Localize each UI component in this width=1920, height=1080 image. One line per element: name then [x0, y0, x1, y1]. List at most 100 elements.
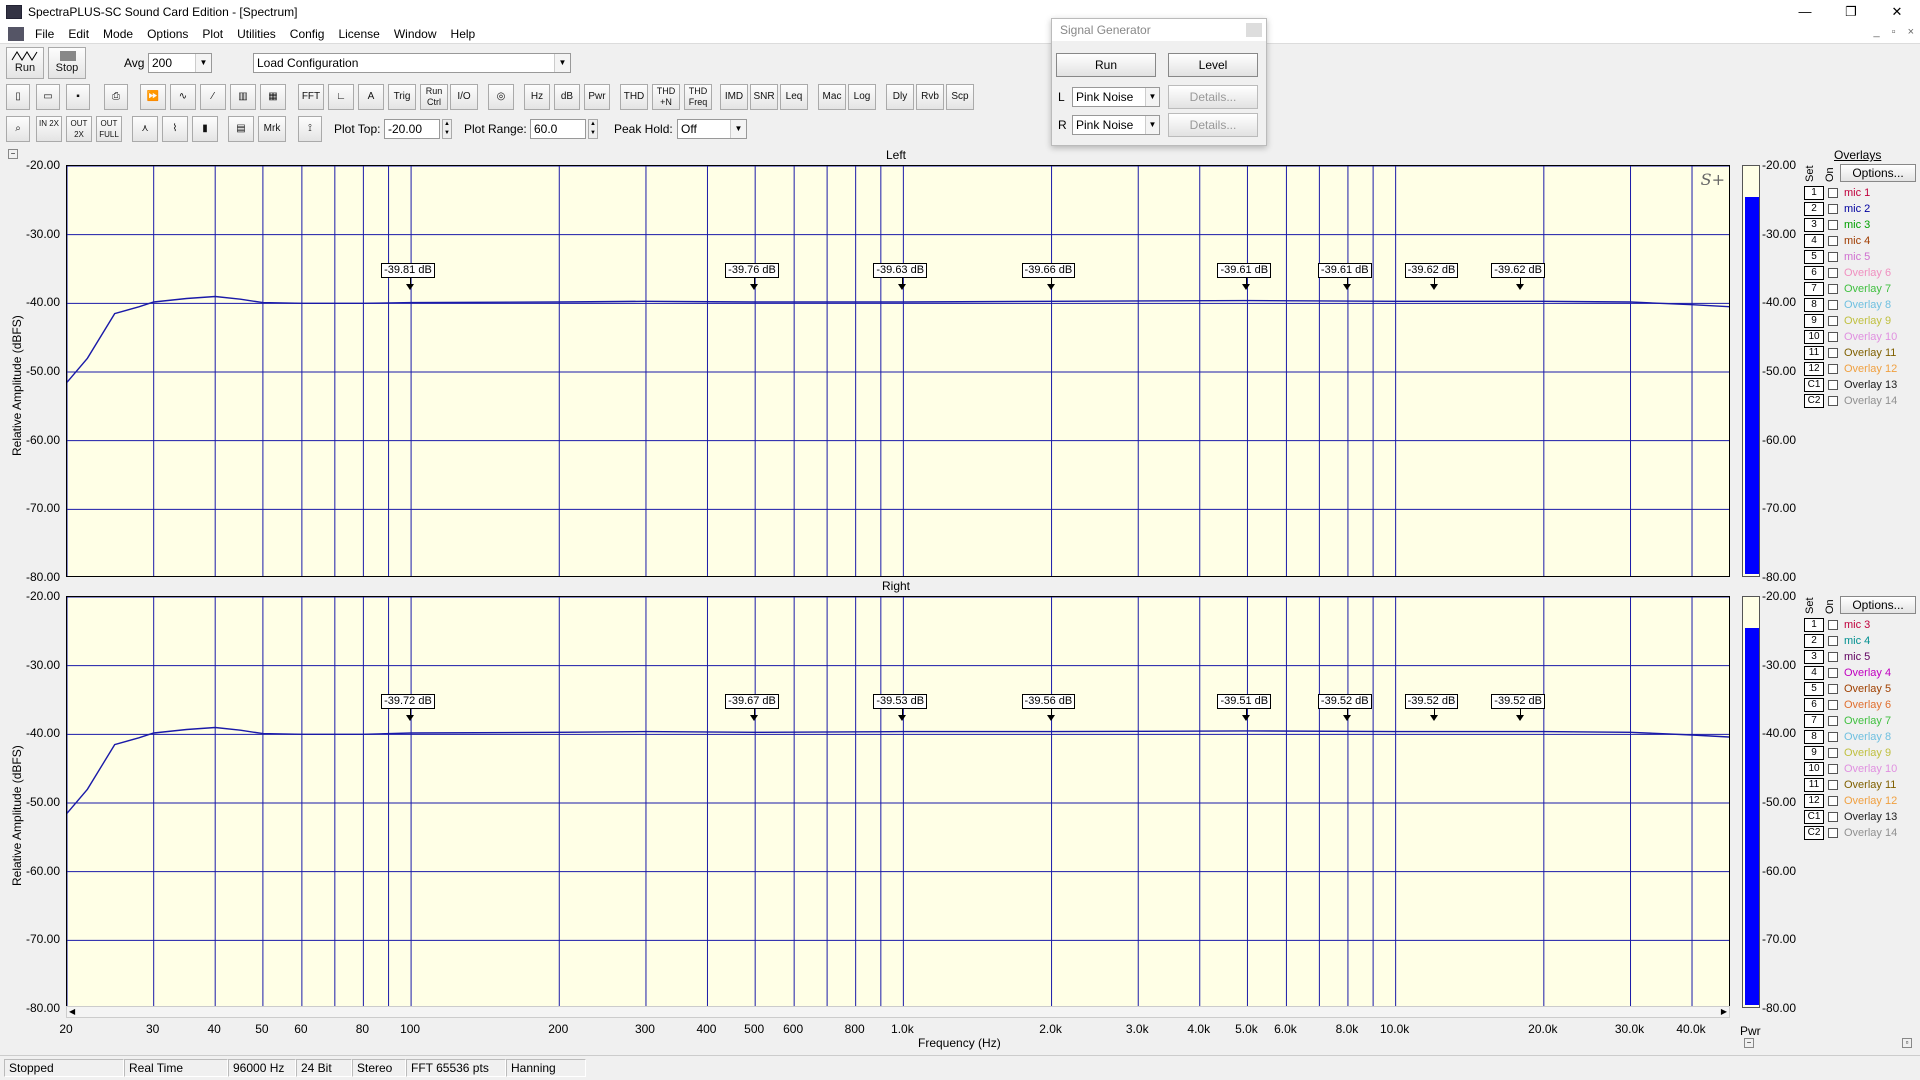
run-control-button[interactable]: Run Ctrl	[420, 84, 448, 110]
overlay-set-button[interactable]: 11	[1804, 346, 1824, 360]
trigger-button[interactable]: Trig	[388, 84, 416, 110]
overlay-on-checkbox[interactable]	[1828, 188, 1838, 198]
overlay-on-checkbox[interactable]	[1828, 284, 1838, 294]
plot-top-input[interactable]: -20.00	[384, 119, 440, 139]
mdi-close-icon[interactable]: ×	[1908, 26, 1914, 38]
stop-button[interactable]: Stop	[48, 47, 86, 79]
overlay-set-button[interactable]: 1	[1804, 186, 1824, 200]
marker-label[interactable]: -39.51 dB	[1217, 694, 1272, 709]
snr-button[interactable]: SNR	[750, 84, 778, 110]
marker-label[interactable]: -39.62 dB	[1491, 263, 1545, 278]
overlay-set-button[interactable]: 2	[1804, 202, 1824, 216]
overlay-set-button[interactable]: 8	[1804, 730, 1824, 744]
overlay-on-checkbox[interactable]	[1828, 732, 1838, 742]
overlay-on-checkbox[interactable]	[1828, 364, 1838, 374]
overlay-set-button[interactable]: 4	[1804, 234, 1824, 248]
overlay-set-button[interactable]: C2	[1804, 394, 1824, 408]
marker-label[interactable]: -39.67 dB	[725, 694, 779, 709]
overlay-on-checkbox[interactable]	[1828, 316, 1838, 326]
line-plot-icon[interactable]: ⋏	[132, 116, 158, 142]
overlay-set-button[interactable]: 6	[1804, 698, 1824, 712]
save-icon[interactable]: ▪	[66, 84, 90, 110]
overlay-on-checkbox[interactable]	[1828, 268, 1838, 278]
marker-label[interactable]: -39.62 dB	[1404, 263, 1459, 278]
overlay-set-button[interactable]: 5	[1804, 682, 1824, 696]
right-spectrum-plot[interactable]	[66, 596, 1730, 1008]
collapse-icon[interactable]: −	[1744, 1038, 1754, 1048]
left-spectrum-plot[interactable]: S+	[66, 165, 1730, 577]
thd-freq-button[interactable]: THD Freq	[684, 84, 712, 110]
overlay-on-checkbox[interactable]	[1828, 332, 1838, 342]
marker-label[interactable]: -39.53 dB	[873, 694, 928, 709]
overlay-set-button[interactable]: 1	[1804, 618, 1824, 632]
panel-toggle-icon[interactable]: −	[8, 149, 18, 159]
overlay-on-checkbox[interactable]	[1828, 636, 1838, 646]
overlay-on-checkbox[interactable]	[1828, 236, 1838, 246]
fast-forward-icon[interactable]: ⏩	[140, 84, 166, 110]
mdi-restore-icon[interactable]: ▫	[1892, 26, 1896, 38]
chevron-down-icon[interactable]: ▼	[1145, 88, 1159, 106]
print-icon[interactable]: ⎙	[104, 84, 128, 110]
menu-config[interactable]: Config	[283, 24, 332, 44]
zoom-icon[interactable]: ⌕	[6, 116, 30, 142]
thd-n-button[interactable]: THD +N	[652, 84, 680, 110]
overlay-set-button[interactable]: 10	[1804, 330, 1824, 344]
overlay-set-button[interactable]: C2	[1804, 826, 1824, 840]
overlay-on-checkbox[interactable]	[1828, 700, 1838, 710]
frequency-scrollbar[interactable]: ◀ ▶	[66, 1006, 1730, 1018]
delay-button[interactable]: Dly	[886, 84, 914, 110]
marker-button[interactable]: Mrk	[258, 116, 286, 142]
menu-window[interactable]: Window	[387, 24, 444, 44]
overlay-set-button[interactable]: 8	[1804, 298, 1824, 312]
io-button[interactable]: I/O	[450, 84, 478, 110]
menu-license[interactable]: License	[331, 24, 386, 44]
chevron-down-icon[interactable]: ▼	[195, 54, 211, 72]
overlay-on-checkbox[interactable]	[1828, 380, 1838, 390]
overlay-on-checkbox[interactable]	[1828, 716, 1838, 726]
area-plot-icon[interactable]: ⌇	[162, 116, 188, 142]
overlay-on-checkbox[interactable]	[1828, 300, 1838, 310]
marker-label[interactable]: -39.52 dB	[1317, 694, 1372, 709]
signal-generator-icon[interactable]: ◎	[488, 84, 514, 110]
menu-mode[interactable]: Mode	[96, 24, 140, 44]
zoom-in-2x-button[interactable]: IN 2X	[36, 116, 62, 142]
overlay-on-checkbox[interactable]	[1828, 220, 1838, 230]
marker-label[interactable]: -39.52 dB	[1491, 694, 1545, 709]
overlay-on-checkbox[interactable]	[1828, 796, 1838, 806]
overlay-set-button[interactable]: 12	[1804, 794, 1824, 808]
marker-label[interactable]: -39.52 dB	[1404, 694, 1459, 709]
menu-options[interactable]: Options	[140, 24, 195, 44]
menu-help[interactable]: Help	[444, 24, 483, 44]
right-details-button[interactable]: Details...	[1168, 113, 1258, 137]
overlay-on-checkbox[interactable]	[1828, 204, 1838, 214]
overlay-on-checkbox[interactable]	[1828, 348, 1838, 358]
plot-range-stepper[interactable]: ▲ ▼	[588, 119, 598, 139]
scroll-right-icon[interactable]: ▶	[1721, 1007, 1727, 1017]
weighting-icon[interactable]: A	[358, 84, 384, 110]
zoom-out-full-button[interactable]: OUT FULL	[96, 116, 122, 142]
menu-utilities[interactable]: Utilities	[230, 24, 283, 44]
overlay-options-button[interactable]: Options...	[1840, 164, 1916, 182]
phase-icon[interactable]: ⁄	[200, 84, 226, 110]
new-file-icon[interactable]: ▯	[6, 84, 30, 110]
mdi-minimize-icon[interactable]: _	[1874, 26, 1880, 38]
overlay-on-checkbox[interactable]	[1828, 620, 1838, 630]
scope-button[interactable]: Scp	[946, 84, 974, 110]
leq-button[interactable]: Leq	[780, 84, 808, 110]
overlay-on-checkbox[interactable]	[1828, 748, 1838, 758]
configuration-select[interactable]: Load Configuration ▼	[253, 53, 571, 73]
scale-icon[interactable]: ⟟	[298, 116, 322, 142]
overlay-on-checkbox[interactable]	[1828, 684, 1838, 694]
right-signal-select[interactable]: Pink Noise ▼	[1072, 115, 1160, 135]
axis-icon[interactable]: ∟	[328, 84, 354, 110]
overlay-set-button[interactable]: 7	[1804, 714, 1824, 728]
marker-label[interactable]: -39.76 dB	[725, 263, 779, 278]
overlay-set-button[interactable]: C1	[1804, 378, 1824, 392]
generator-run-button[interactable]: Run	[1056, 53, 1156, 77]
avg-select[interactable]: 200 ▼	[148, 53, 212, 73]
pwr-button[interactable]: Pwr	[584, 84, 610, 110]
document-icon[interactable]	[8, 26, 24, 41]
overlay-set-button[interactable]: 5	[1804, 250, 1824, 264]
spectrum-mode-icon[interactable]: ∿	[170, 84, 196, 110]
overlay-set-button[interactable]: 12	[1804, 362, 1824, 376]
